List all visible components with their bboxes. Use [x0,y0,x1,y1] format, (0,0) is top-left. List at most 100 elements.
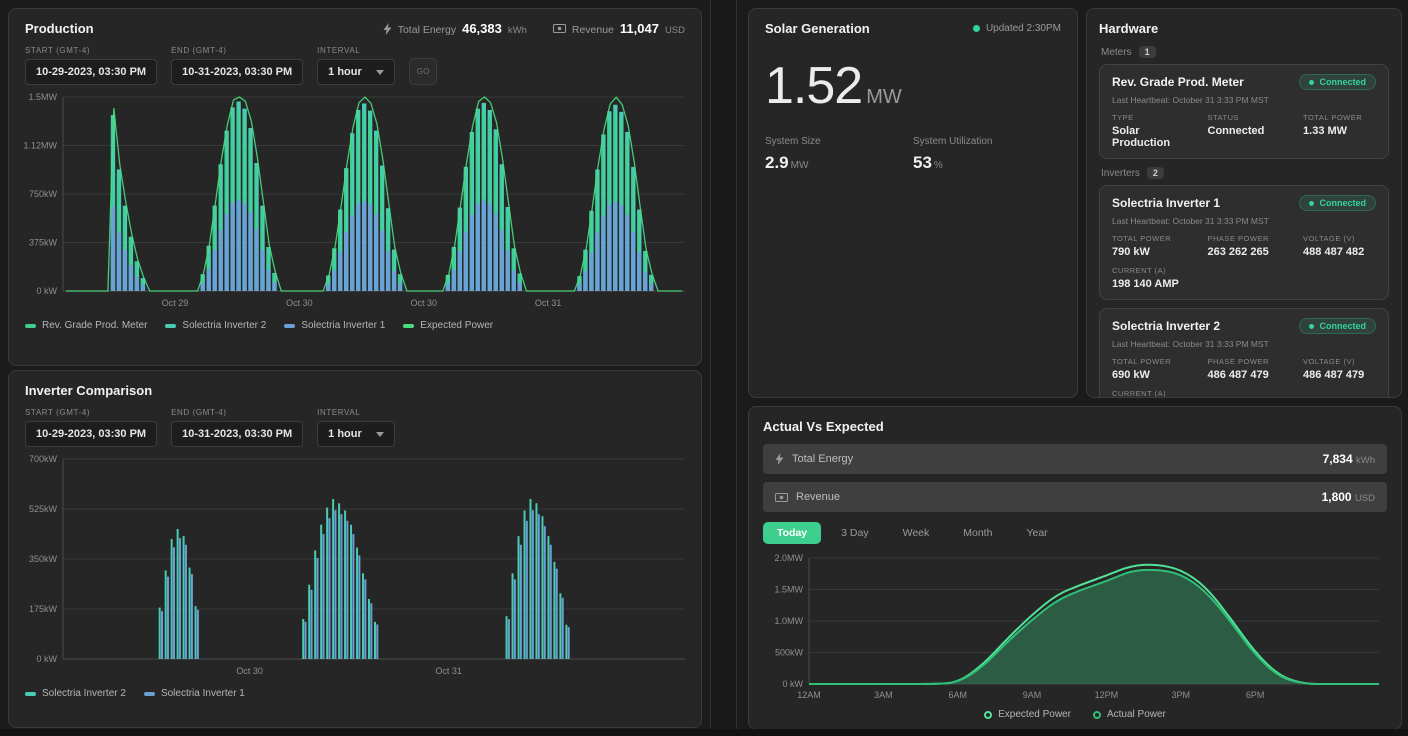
svg-text:Oct 30: Oct 30 [236,666,263,676]
meters-count-badge: 1 [1139,46,1156,58]
legend-label: Expected Power [998,709,1071,720]
end-date-input[interactable]: 10-31-2023, 03:30 PM [171,421,303,447]
solar-generation-title: Solar Generation [765,21,870,36]
svg-text:Oct 31: Oct 31 [435,666,462,676]
hardware-title: Hardware [1099,21,1389,36]
svg-text:350kW: 350kW [29,554,58,564]
svg-text:Oct 31: Oct 31 [535,298,562,308]
tab-year[interactable]: Year [1012,522,1061,544]
interval-value: 1 hour [328,428,362,440]
revenue-value: 11,047 [620,21,659,36]
last-heartbeat: Last Heartbeat: October 31 3:33 PM MST [1112,95,1376,105]
legend-label: Solectria Inverter 1 [301,320,385,331]
inverter-card-2[interactable]: Solectria Inverter 2 Connected Last Hear… [1099,308,1389,398]
tab-month[interactable]: Month [949,522,1006,544]
interval-select[interactable]: 1 hour [317,421,395,447]
meters-label: Meters [1101,47,1132,58]
total-energy-row: Total Energy 7,834 kWh [763,444,1387,474]
connected-badge: Connected [1299,74,1376,90]
legend-marker [144,692,155,696]
svg-text:375kW: 375kW [29,238,58,248]
svg-text:525kW: 525kW [29,504,58,514]
legend-marker [165,324,176,328]
svg-text:Oct 29: Oct 29 [162,298,189,308]
voltage-field: VOLTAGE (V)488 487 482 [1303,234,1376,258]
status-dot-icon [1309,80,1314,85]
production-panel: Production Total Energy 46,383 kWh Reven… [8,8,702,366]
svg-text:3PM: 3PM [1171,690,1190,700]
start-date-input[interactable]: 10-29-2023, 03:30 PM [25,59,157,85]
energy-bolt-icon [383,23,392,35]
updated-status: Updated 2:30PM [973,23,1061,34]
end-date-input[interactable]: 10-31-2023, 03:30 PM [171,59,303,85]
go-button[interactable]: GO [409,58,437,85]
end-date-label: END (GMT-4) [171,408,303,417]
status-dot-icon [973,25,980,32]
svg-text:1.0MW: 1.0MW [774,616,803,626]
total-energy-unit: kWh [508,25,527,36]
interval-label: INTERVAL [317,46,395,55]
revenue-label: Revenue [572,24,614,36]
total-power-field: TOTAL POWER690 kW [1112,357,1200,381]
current-field: CURRENT (A)188 197 AMP [1112,389,1200,398]
tab-week[interactable]: Week [889,522,944,544]
end-date-field: END (GMT-4) 10-31-2023, 03:30 PM [171,408,303,447]
start-date-field: START (GMT-4) 10-29-2023, 03:30 PM [25,46,157,85]
svg-text:9AM: 9AM [1023,690,1042,700]
inverter-name: Solectria Inverter 2 [1112,319,1220,333]
legend-label: Solectria Inverter 2 [42,688,126,699]
phase-power-field: PHASE POWER486 487 479 [1208,357,1296,381]
legend-label: Actual Power [1107,709,1166,720]
actual-vs-expected-legend: Expected Power Actual Power [763,709,1387,720]
svg-text:6AM: 6AM [948,690,967,700]
production-legend: Rev. Grade Prod. Meter Solectria Inverte… [9,316,701,335]
svg-text:6PM: 6PM [1246,690,1265,700]
revenue-unit: USD [665,25,685,36]
legend-label: Solectria Inverter 1 [161,688,245,699]
updated-text: Updated 2:30PM [986,23,1061,34]
start-date-label: START (GMT-4) [25,408,157,417]
tab-3-day[interactable]: 3 Day [827,522,882,544]
legend-marker [25,692,36,696]
interval-field: INTERVAL 1 hour [317,46,395,85]
revenue-value: 1,800 [1322,490,1352,504]
actual-vs-expected-panel: Actual Vs Expected Total Energy 7,834 kW… [748,406,1402,730]
money-icon [553,24,566,33]
start-date-input[interactable]: 10-29-2023, 03:30 PM [25,421,157,447]
current-generation: 1.52 MW [749,42,1077,120]
meter-card[interactable]: Rev. Grade Prod. Meter Connected Last He… [1099,64,1389,159]
end-date-label: END (GMT-4) [171,46,303,55]
tab-today[interactable]: Today [763,522,821,544]
connected-badge: Connected [1299,318,1376,334]
legend-marker [25,324,36,328]
svg-text:Oct 30: Oct 30 [286,298,313,308]
inverter-comparison-legend: Solectria Inverter 2 Solectria Inverter … [9,684,701,703]
money-icon [775,493,788,502]
interval-value: 1 hour [328,66,362,78]
interval-field: INTERVAL 1 hour [317,408,395,447]
system-utilization-unit: % [934,160,943,171]
last-heartbeat: Last Heartbeat: October 31 3:33 PM MST [1112,339,1376,349]
inverter-comparison-chart: 700kW525kW350kW175kW0 kWOct 30Oct 31 [17,451,693,679]
inverter-comparison-title: Inverter Comparison [25,383,152,398]
bottom-strip [0,729,1408,736]
revenue-unit: USD [1355,493,1375,504]
system-size-metric: System Size 2.9MW [765,136,913,173]
system-utilization-label: System Utilization [913,136,1061,147]
production-total-energy-stat: Total Energy 46,383 kWh [383,21,527,36]
panel-splitter[interactable] [710,0,737,736]
chevron-down-icon [376,432,384,437]
status-field: STATUSConnected [1208,113,1296,149]
total-energy-value: 7,834 [1323,452,1353,466]
inverter-name: Solectria Inverter 1 [1112,196,1220,210]
legend-marker [403,324,414,328]
inverter-card-1[interactable]: Solectria Inverter 1 Connected Last Hear… [1099,185,1389,300]
interval-select[interactable]: 1 hour [317,59,395,85]
legend-ring-marker [984,711,992,719]
svg-text:Oct 30: Oct 30 [411,298,438,308]
generation-value: 1.52 [765,56,862,116]
actual-vs-expected-chart: 2.0MW1.5MW1.0MW500kW0 kW12AM3AM6AM9AM12P… [763,550,1389,702]
actual-vs-expected-title: Actual Vs Expected [763,419,1387,434]
inverters-label: Inverters [1101,168,1140,179]
svg-text:1.5MW: 1.5MW [28,92,57,102]
